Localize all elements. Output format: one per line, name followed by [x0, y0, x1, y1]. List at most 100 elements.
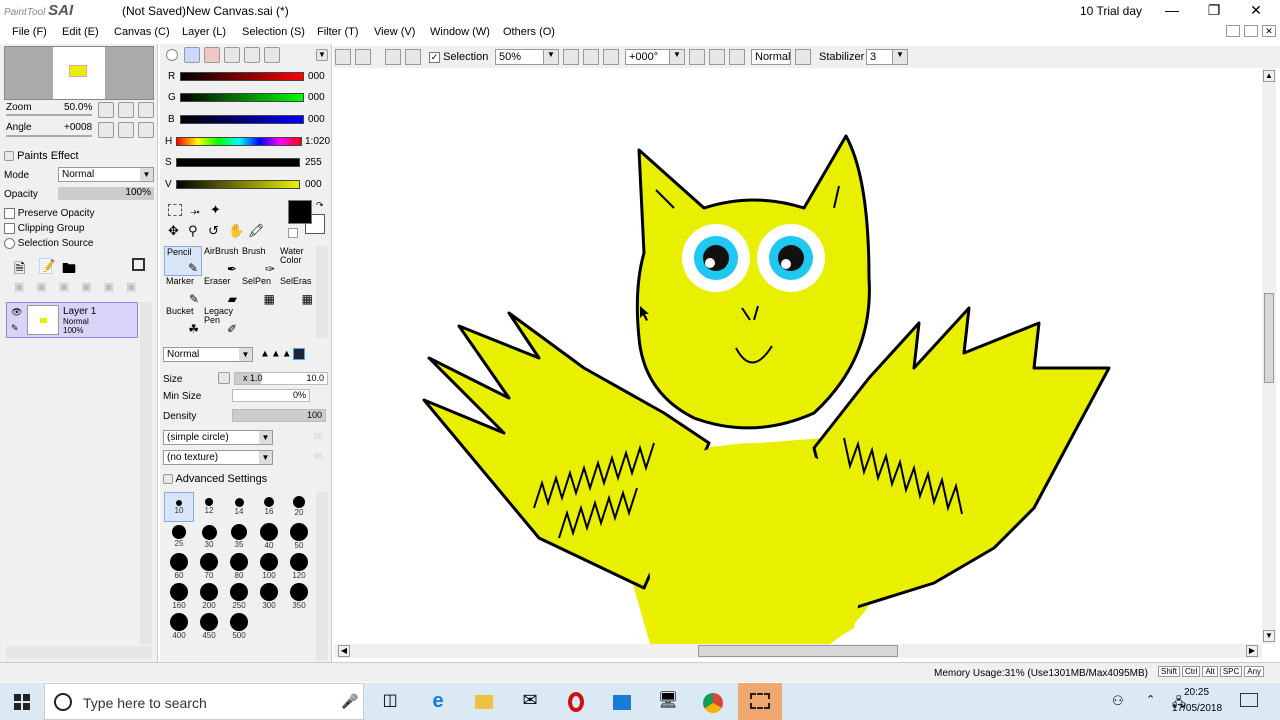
eye-icon[interactable]: 👁: [11, 307, 22, 318]
drawing-canvas[interactable]: [334, 68, 1262, 644]
menu-view[interactable]: View (V): [374, 26, 415, 38]
layer-row[interactable]: 👁 ✎ Layer 1 Normal 100%: [6, 302, 138, 338]
chevron-down-icon[interactable]: ▼: [669, 49, 685, 65]
brush-size-preset[interactable]: 14: [224, 492, 254, 522]
menu-layer[interactable]: Layer (L): [182, 26, 226, 38]
brush-size-preset[interactable]: 25: [164, 522, 194, 552]
clock-date[interactable]: 17/05/2018: [1172, 703, 1222, 714]
angle-select[interactable]: +000°: [625, 49, 673, 65]
zoom-out-tb-button[interactable]: [563, 49, 579, 65]
menu-file[interactable]: File (F): [12, 26, 47, 38]
brush-size-preset[interactable]: 50: [284, 522, 314, 552]
zoom-in-button[interactable]: [118, 102, 134, 118]
brush-size-preset[interactable]: 70: [194, 552, 224, 582]
navigator-preview[interactable]: [4, 46, 154, 100]
scroll-down-button[interactable]: ▼: [1263, 630, 1275, 642]
layer-list-hscrollbar[interactable]: [6, 646, 152, 658]
tool-watercolor[interactable]: Water Color: [278, 246, 316, 276]
restore-button[interactable]: ❐: [1194, 0, 1234, 22]
flip-button[interactable]: [795, 49, 811, 65]
paint-tool-sai-taskbar-button[interactable]: [738, 683, 782, 720]
layer-list-scrollbar[interactable]: [140, 302, 152, 644]
scroll-left-button[interactable]: ◀: [338, 645, 350, 657]
tool-legacy-pen[interactable]: Legacy Pen ✐: [202, 306, 240, 336]
vscroll-thumb[interactable]: [1264, 293, 1274, 383]
notifications-icon[interactable]: [1240, 693, 1258, 707]
color-mix-mode-button[interactable]: [224, 47, 240, 63]
redo-button[interactable]: [355, 49, 371, 65]
saturation-slider[interactable]: [176, 158, 300, 167]
red-slider[interactable]: [180, 72, 304, 81]
hand-tool-icon[interactable]: ✋: [228, 223, 244, 239]
rotate-right-button[interactable]: [118, 122, 134, 138]
chevron-up-icon[interactable]: ⌃: [1146, 693, 1155, 706]
people-icon[interactable]: ⚇: [1112, 693, 1124, 709]
chevron-down-icon[interactable]: ▼: [316, 49, 328, 61]
density-slider[interactable]: 100: [232, 409, 326, 422]
opera-icon[interactable]: [564, 690, 588, 714]
hscroll-thumb[interactable]: [698, 645, 898, 657]
chrome-icon[interactable]: [700, 690, 726, 714]
hsv-slider-mode-button[interactable]: [204, 47, 220, 63]
blend-select[interactable]: Normal: [751, 49, 791, 65]
brush-size-preset[interactable]: 12: [194, 492, 224, 522]
zoom-in-tb-button[interactable]: [583, 49, 599, 65]
brush-hardness-presets[interactable]: ▲▲▲: [260, 348, 305, 360]
tools-scrollbar[interactable]: [316, 246, 328, 338]
tool-marker[interactable]: Marker ✎: [164, 276, 202, 306]
rotate-left-button[interactable]: [98, 122, 114, 138]
mail-icon[interactable]: ✉: [518, 690, 542, 714]
new-layer-icon[interactable]: 🗎: [14, 258, 25, 282]
tool-brush[interactable]: Brush ✑: [240, 246, 278, 276]
brush-size-preset[interactable]: 10: [164, 492, 194, 522]
undo-button[interactable]: [335, 49, 351, 65]
rotate-reset-tb-button[interactable]: [729, 49, 745, 65]
tool-seleraser[interactable]: SelEras ▦: [278, 276, 316, 306]
mdi-restore-button[interactable]: [1244, 25, 1258, 37]
brush-size-preset[interactable]: 120: [284, 552, 314, 582]
new-linework-icon[interactable]: 📝: [38, 258, 55, 275]
hue-slider[interactable]: [176, 137, 302, 146]
store-icon[interactable]: [610, 690, 634, 714]
green-slider[interactable]: [180, 93, 304, 102]
minimize-button[interactable]: —: [1152, 0, 1192, 22]
edge-icon[interactable]: e: [426, 690, 450, 714]
swatches-mode-button[interactable]: [244, 47, 260, 63]
brush-size-preset[interactable]: 20: [284, 492, 314, 522]
menu-others[interactable]: Others (O): [503, 26, 555, 38]
transparent-color-button[interactable]: [288, 228, 298, 238]
angle-slider[interactable]: [6, 135, 92, 137]
primary-color-swatch[interactable]: [288, 200, 312, 224]
mdi-minimize-button[interactable]: [1226, 25, 1240, 37]
brush-size-preset[interactable]: 350: [284, 582, 314, 612]
microphone-icon[interactable]: 🎤: [341, 693, 358, 710]
tool-eraser[interactable]: Eraser ▰: [202, 276, 240, 306]
zoom-slider[interactable]: [6, 114, 92, 116]
windows-start-icon[interactable]: [14, 694, 30, 710]
brush-shape-select[interactable]: (simple circle) ▼: [163, 430, 273, 445]
rgb-slider-mode-button[interactable]: [184, 47, 200, 63]
menu-edit[interactable]: Edit (E): [62, 26, 99, 38]
canvas-vscrollbar[interactable]: ▲ ▼: [1262, 68, 1276, 644]
size-slider[interactable]: x 1.0 10.0: [234, 372, 328, 385]
brush-size-scrollbar[interactable]: [316, 492, 328, 660]
value-slider[interactable]: [176, 180, 300, 189]
rotate-cw-button[interactable]: [709, 49, 725, 65]
rect-select-icon[interactable]: [168, 204, 182, 216]
brush-size-preset[interactable]: 100: [254, 552, 284, 582]
mdi-close-button[interactable]: ✕: [1262, 25, 1276, 37]
selection-source-radio[interactable]: Selection Source: [4, 238, 93, 249]
scroll-right-button[interactable]: ▶: [1246, 645, 1258, 657]
brush-size-preset[interactable]: 300: [254, 582, 284, 612]
tool-selpen[interactable]: SelPen ▦: [240, 276, 278, 306]
brush-size-preset[interactable]: 16: [254, 492, 284, 522]
brush-size-preset[interactable]: 450: [194, 612, 224, 642]
new-folder-icon[interactable]: 🖿: [62, 258, 76, 282]
opacity-slider[interactable]: 100%: [58, 187, 154, 200]
zoom-reset-tb-button[interactable]: [603, 49, 619, 65]
preserve-opacity-checkbox[interactable]: Preserve Opacity: [4, 208, 94, 219]
mode-select[interactable]: Normal ▼: [58, 167, 154, 182]
eyedropper-icon[interactable]: 🖍: [248, 223, 265, 239]
swap-colors-icon[interactable]: ↷: [316, 200, 324, 211]
canvas-hscrollbar[interactable]: ◀ ▶: [334, 644, 1262, 658]
